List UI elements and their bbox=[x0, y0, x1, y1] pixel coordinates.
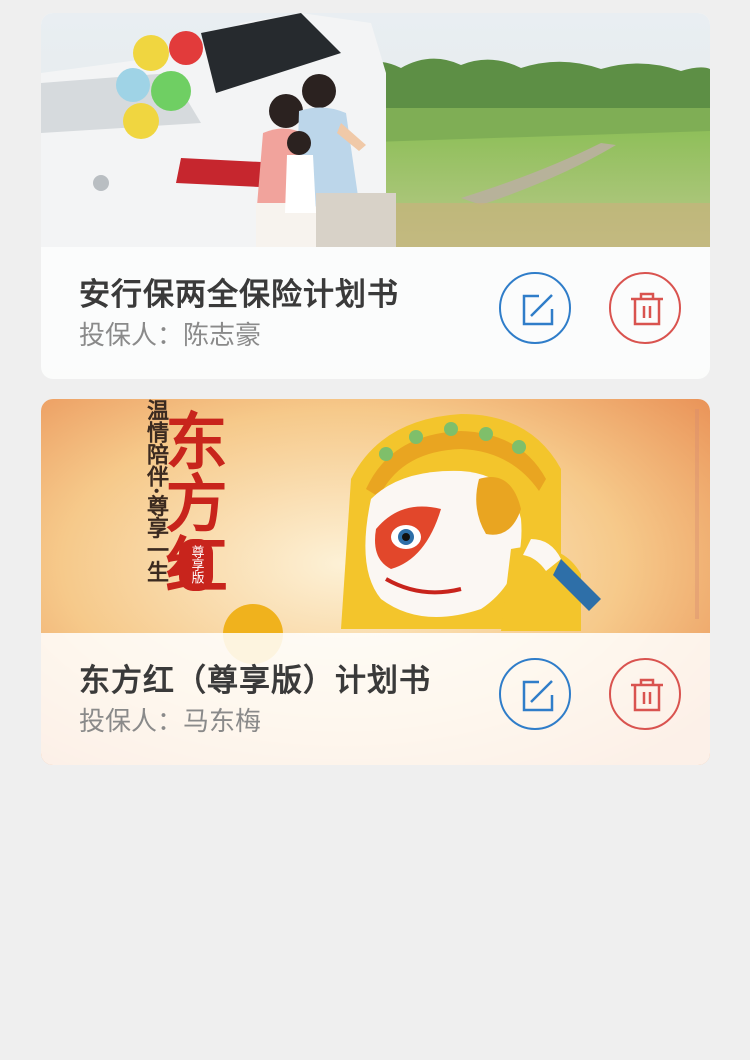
plan-card[interactable]: 温情陪伴·尊享一生 东方红 尊享版 东方红（尊享版）计划书 投保人：马东梅 bbox=[41, 399, 710, 765]
edit-button[interactable] bbox=[499, 658, 571, 730]
plan-card[interactable]: 安行保两全保险计划书 投保人：陈志豪 bbox=[41, 13, 710, 379]
insured-name: 马东梅 bbox=[183, 707, 262, 737]
plan-insured: 投保人：陈志豪 bbox=[79, 315, 261, 352]
trash-icon bbox=[631, 678, 663, 712]
plan-title: 东方红（尊享版）计划书 bbox=[79, 663, 431, 699]
insured-label: 投保人： bbox=[79, 321, 184, 351]
poster-badge: 尊享版 bbox=[189, 544, 205, 585]
edit-icon bbox=[522, 294, 554, 326]
insured-name: 陈志豪 bbox=[183, 321, 262, 351]
edit-icon bbox=[522, 680, 554, 712]
insured-label: 投保人： bbox=[79, 707, 184, 737]
plan-title: 安行保两全保险计划书 bbox=[79, 277, 399, 313]
delete-button[interactable] bbox=[609, 272, 681, 344]
trash-icon bbox=[631, 292, 663, 326]
delete-button[interactable] bbox=[609, 658, 681, 730]
plan-list: 安行保两全保险计划书 投保人：陈志豪 温情陪伴·尊享一生 东方红 尊享版 东方红… bbox=[0, 0, 750, 1060]
edit-button[interactable] bbox=[499, 272, 571, 344]
plan-insured: 投保人：马东梅 bbox=[79, 701, 261, 738]
